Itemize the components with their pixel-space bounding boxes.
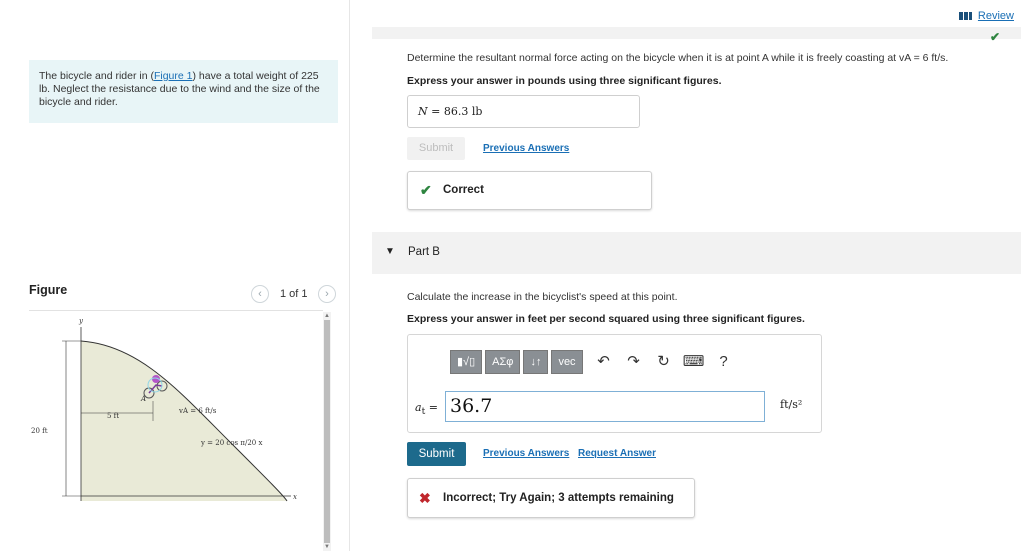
figure-next-button[interactable]: ›: [318, 285, 336, 303]
undo-icon[interactable]: ↶: [592, 350, 616, 374]
figure-pager-count: 1 of 1: [280, 288, 308, 300]
review-icon: [959, 12, 972, 20]
part-a-answer-value: 86.3: [443, 105, 469, 118]
bicycle-hill-diagram: y x A 20 ft 5 ft vA = 6 ft/s y = 20 cos …: [31, 317, 297, 502]
part-b-feedback-text: Incorrect; Try Again; 3 attempts remaini…: [443, 492, 674, 504]
part-b-submit-button[interactable]: Submit: [407, 442, 466, 466]
sub-superscript-button[interactable]: ↓↑: [523, 350, 549, 374]
fig-curve-label: y = 20 cos π/20 x: [200, 439, 262, 447]
part-a-answer-unit: lb: [471, 105, 483, 118]
part-b-question: Calculate the increase in the bicyclist'…: [407, 291, 678, 303]
caret-down-icon[interactable]: ▼: [385, 246, 395, 257]
part-a-previous-answers-link[interactable]: Previous Answers: [483, 143, 569, 154]
vector-button[interactable]: vec: [551, 350, 583, 374]
part-a-instructions: Express your answer in pounds using thre…: [407, 75, 722, 87]
part-a-answer-eq: =: [427, 105, 444, 118]
panel-divider: [349, 0, 350, 551]
part-b-answer-input[interactable]: 36.7: [445, 391, 765, 422]
keyboard-icon[interactable]: ⌨: [682, 350, 706, 374]
checkmark-icon: ✔: [990, 30, 1001, 44]
chevron-right-icon: ›: [325, 288, 329, 300]
help-icon[interactable]: ?: [712, 350, 736, 374]
part-b-unit: ft/s²: [780, 398, 803, 411]
templates-button[interactable]: ▮√▯: [450, 350, 483, 374]
fig-x-label: x: [293, 493, 297, 501]
scroll-up-icon[interactable]: ▲: [323, 312, 331, 320]
correct-check-icon: ✔: [420, 182, 432, 198]
figure-prev-button[interactable]: ‹: [251, 285, 269, 303]
symbols-button[interactable]: ΑΣφ: [485, 350, 521, 374]
fig-offset-label: 5 ft: [107, 412, 119, 420]
part-a-question: Determine the resultant normal force act…: [407, 52, 949, 64]
part-b-header[interactable]: [372, 232, 1021, 274]
review-link[interactable]: Review: [978, 10, 1014, 22]
incorrect-x-icon: ✖: [419, 490, 431, 506]
problem-text-before: The bicycle and rider in (: [39, 70, 154, 82]
figure-scroll-thumb[interactable]: [324, 320, 330, 543]
part-b-answer-label: at =: [415, 401, 438, 417]
problem-statement: The bicycle and rider in (Figure 1) have…: [29, 60, 338, 123]
part-a-header-band: [372, 27, 1021, 39]
math-toolbar: ▮√▯ ΑΣφ ↓↑ vec ↶ ↷ ↻ ⌨ ?: [450, 349, 736, 375]
part-a-answer-display: N = 86.3 lb: [407, 95, 640, 128]
part-a-answer-var: N: [418, 105, 428, 118]
fig-y-label: y: [78, 317, 84, 325]
fig-point-label: A: [140, 395, 146, 403]
part-b-instructions: Express your answer in feet per second s…: [407, 313, 805, 325]
part-b-answer-label-eq: =: [425, 401, 438, 414]
chevron-left-icon: ‹: [258, 288, 262, 300]
redo-icon[interactable]: ↷: [622, 350, 646, 374]
part-a-feedback-text: Correct: [443, 184, 484, 196]
figure-image: y x A 20 ft 5 ft vA = 6 ft/s y = 20 cos …: [29, 310, 323, 551]
reset-icon[interactable]: ↻: [652, 350, 676, 374]
part-b-label[interactable]: Part B: [408, 246, 440, 258]
part-a-submit-button[interactable]: Submit: [407, 137, 465, 160]
fig-height-label: 20 ft: [31, 427, 48, 435]
figure-link[interactable]: Figure 1: [154, 70, 193, 82]
fig-speed-label: vA = 6 ft/s: [178, 407, 217, 415]
figure-label: Figure: [29, 283, 68, 297]
scroll-down-icon[interactable]: ▼: [323, 543, 331, 551]
part-b-previous-answers-link[interactable]: Previous Answers: [483, 448, 569, 459]
part-b-request-answer-link[interactable]: Request Answer: [578, 448, 656, 459]
